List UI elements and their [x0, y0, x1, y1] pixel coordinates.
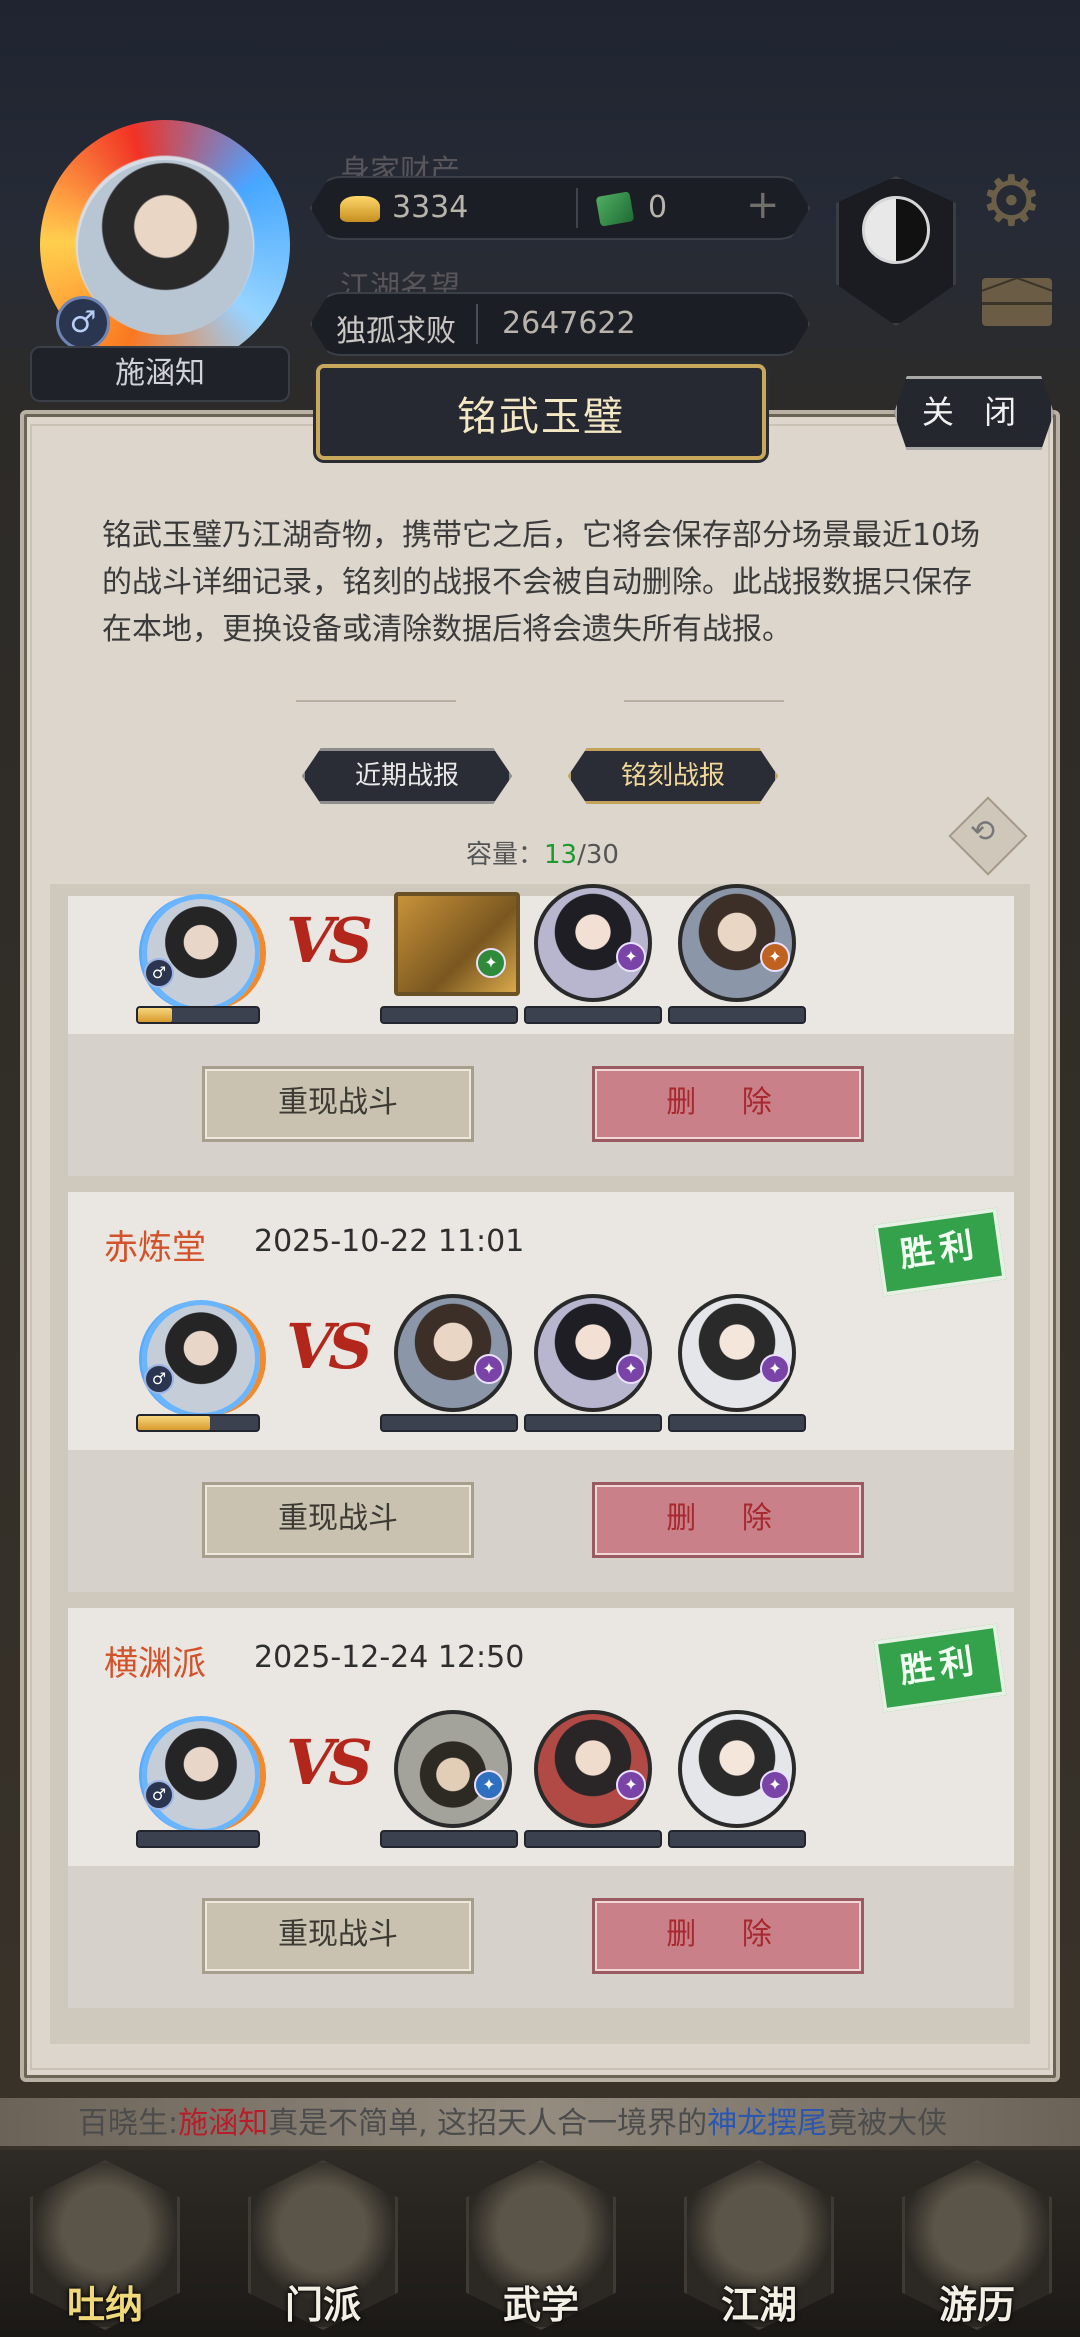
- divider-ornament-left: [296, 700, 456, 702]
- element-icon: ✦: [616, 1770, 646, 1800]
- element-icon: ✦: [760, 1354, 790, 1384]
- record-sect: 横渊派: [104, 1644, 206, 1684]
- enemy-portrait: [534, 1294, 652, 1412]
- chat-skill-name: 神龙摆尾: [707, 2106, 828, 2141]
- refresh-icon: ⟲: [970, 814, 996, 849]
- hp-bar: [668, 1414, 806, 1432]
- hp-bar: [668, 1830, 806, 1848]
- enemy-portrait: [394, 1710, 512, 1828]
- element-icon: ✦: [616, 942, 646, 972]
- divider-ornament-right: [624, 700, 784, 702]
- dialog-title: 铭武玉璧: [457, 394, 625, 440]
- replay-battle-button[interactable]: 重现战斗: [202, 1482, 474, 1558]
- player-hero-portrait: [142, 1716, 260, 1834]
- nav-label-jianghu: 江湖: [720, 2282, 797, 2327]
- element-icon: ✦: [760, 1770, 790, 1800]
- add-currency-button[interactable]: +: [746, 182, 780, 228]
- enemy-portrait: [678, 1710, 796, 1828]
- enemy-portrait: [394, 892, 520, 996]
- capacity-indicator: 容量：13/30: [466, 834, 619, 871]
- element-icon: ✦: [760, 942, 790, 972]
- fame-divider: [476, 304, 478, 344]
- vs-label: VS: [286, 1310, 373, 1383]
- fame-value: 2647622: [502, 306, 636, 341]
- close-button[interactable]: 关 闭: [894, 376, 1054, 450]
- capacity-current: 13: [544, 840, 578, 870]
- capacity-label: 容量：: [466, 840, 545, 870]
- element-icon: ✦: [476, 948, 506, 978]
- gold-ingot-icon: [340, 196, 380, 222]
- hp-bar: [524, 1830, 662, 1848]
- player-name: 施涵知: [30, 346, 290, 402]
- hp-bar: [524, 1006, 662, 1024]
- dialog-description: 铭武玉璧乃江湖奇物，携带它之后，它将会保存部分场景最近10场的战斗详细记录，铭刻…: [102, 518, 981, 647]
- hp-bar: [380, 1830, 518, 1848]
- male-icon: ♂: [144, 1780, 174, 1810]
- vs-label: VS: [286, 1726, 373, 1799]
- hp-bar: [380, 1414, 518, 1432]
- delete-button[interactable]: 删 除: [592, 1066, 864, 1142]
- wealth-bar: [310, 176, 810, 240]
- tab-engraved-reports[interactable]: 铭刻战报: [568, 748, 778, 804]
- record-time: 2025-12-24 12:50: [254, 1640, 525, 1675]
- element-icon: ✦: [616, 1354, 646, 1384]
- element-icon: ✦: [474, 1770, 504, 1800]
- player-hero-portrait: [142, 1300, 260, 1418]
- gold-value: 3334: [392, 190, 469, 225]
- male-icon: ♂: [144, 1364, 174, 1394]
- hp-bar: [524, 1414, 662, 1432]
- delete-button[interactable]: 删 除: [592, 1482, 864, 1558]
- capacity-total: /30: [577, 840, 619, 870]
- replay-battle-button[interactable]: 重现战斗: [202, 1066, 474, 1142]
- player-hero-portrait: [142, 894, 260, 1012]
- jade-icon: [595, 191, 635, 227]
- record-sect: 赤炼堂: [104, 1228, 206, 1268]
- battle-report-list[interactable]: ♂ VS ✦ ✦ ✦ 重现战斗 删 除 赤炼堂 2025-10-22 11:01…: [50, 884, 1030, 2044]
- chat-player-name: 施涵知: [178, 2106, 269, 2141]
- enemy-portrait: [678, 1294, 796, 1412]
- chat-text: 真是不简单, 这招天人合一境界的: [268, 2106, 708, 2141]
- chat-speaker: 百晓生:: [78, 2106, 179, 2141]
- enemy-portrait: [394, 1294, 512, 1412]
- gear-icon[interactable]: ⚙: [980, 166, 1043, 236]
- hp-bar: [136, 1414, 260, 1432]
- hp-bar: [380, 1006, 518, 1024]
- world-chat-ticker[interactable]: 百晓生:施涵知真是不简单, 这招天人合一境界的神龙摆尾竟被大侠: [0, 2098, 1080, 2146]
- replay-battle-button[interactable]: 重现战斗: [202, 1898, 474, 1974]
- record-time: 2025-10-22 11:01: [254, 1224, 525, 1259]
- vs-label: VS: [286, 904, 373, 977]
- nav-label-breathing: 吐纳: [66, 2282, 143, 2327]
- nav-label-travel: 游历: [938, 2282, 1015, 2327]
- tab-recent-reports[interactable]: 近期战报: [302, 748, 512, 804]
- male-icon: ♂: [144, 958, 174, 988]
- nav-label-sect: 门派: [284, 2282, 361, 2327]
- hp-bar: [668, 1006, 806, 1024]
- element-icon: ✦: [474, 1354, 504, 1384]
- delete-button[interactable]: 删 除: [592, 1898, 864, 1974]
- hp-bar: [136, 1830, 260, 1848]
- nav-label-martial-arts: 武学: [502, 2282, 579, 2327]
- hp-bar: [136, 1006, 260, 1024]
- wealth-divider: [576, 188, 578, 228]
- mail-icon[interactable]: [982, 278, 1052, 326]
- fame-title: 独孤求败: [336, 314, 456, 349]
- enemy-portrait: [534, 1710, 652, 1828]
- male-icon: ♂: [56, 296, 110, 350]
- yin-yang-icon: [862, 196, 930, 264]
- chat-text-tail: 竟被大侠: [827, 2106, 948, 2141]
- jade-value: 0: [648, 190, 668, 225]
